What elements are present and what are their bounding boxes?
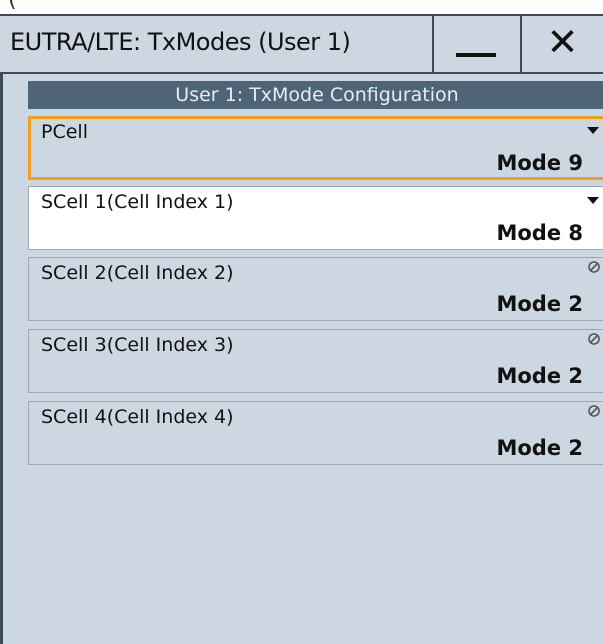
minimize-button[interactable] [432, 16, 520, 72]
panel-header: User 1: TxMode Configuration [28, 81, 603, 109]
screen: ( EUTRA/LTE: TxModes (User 1) ✕ User 1: … [0, 0, 603, 644]
dropdown-arrow-icon [587, 197, 599, 204]
scell2-label: SCell 2(Cell Index 2) [41, 262, 234, 284]
close-icon: ✕ [546, 20, 579, 64]
disabled-icon [588, 261, 600, 273]
minimize-icon [456, 53, 496, 57]
close-button[interactable]: ✕ [520, 16, 603, 72]
txmodes-dialog: EUTRA/LTE: TxModes (User 1) ✕ User 1: Tx… [0, 14, 603, 644]
scell1-mode-select[interactable]: SCell 1(Cell Index 1) Mode 8 [28, 186, 603, 250]
scell3-mode-value: Mode 2 [496, 364, 583, 388]
pcell-mode-value: Mode 9 [496, 151, 583, 175]
scell4-mode-value: Mode 2 [496, 436, 583, 460]
pcell-mode-select[interactable]: PCell Mode 9 [28, 116, 603, 180]
scell4-label: SCell 4(Cell Index 4) [41, 406, 234, 428]
dialog-title: EUTRA/LTE: TxModes (User 1) [10, 28, 351, 56]
scell3-label: SCell 3(Cell Index 3) [41, 334, 234, 356]
scell3-mode-select: SCell 3(Cell Index 3) Mode 2 [28, 329, 603, 393]
scell2-mode-select: SCell 2(Cell Index 2) Mode 2 [28, 257, 603, 321]
disabled-icon [588, 333, 600, 345]
dialog-titlebar[interactable]: EUTRA/LTE: TxModes (User 1) ✕ [0, 14, 603, 74]
txmode-config-panel: User 1: TxMode Configuration PCell Mode … [25, 79, 603, 479]
scell2-mode-value: Mode 2 [496, 292, 583, 316]
pcell-label: PCell [41, 121, 88, 143]
titlebar-divider [0, 72, 603, 74]
disabled-icon [588, 405, 600, 417]
scell4-mode-select: SCell 4(Cell Index 4) Mode 2 [28, 401, 603, 465]
scell1-mode-value: Mode 8 [496, 221, 583, 245]
cropped-background-text: ( [0, 0, 603, 14]
scell1-label: SCell 1(Cell Index 1) [41, 191, 234, 213]
dropdown-arrow-icon [587, 127, 599, 134]
